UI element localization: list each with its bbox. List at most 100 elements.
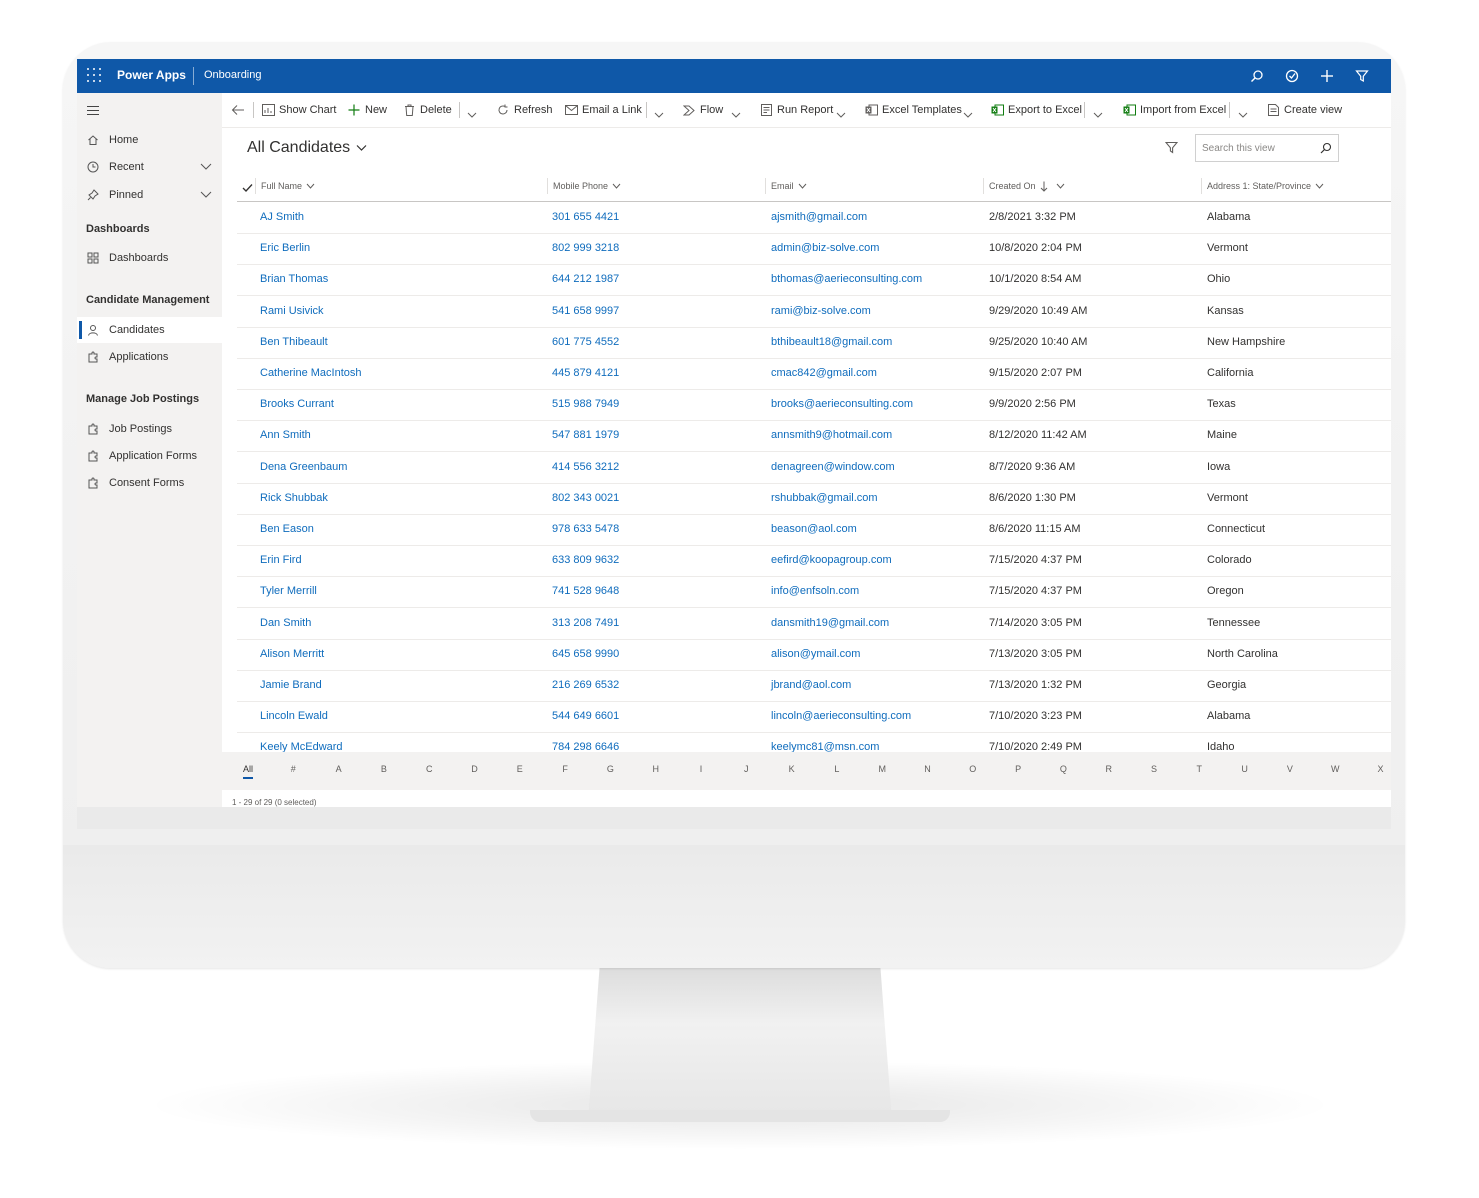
column-header-email[interactable]: Email bbox=[765, 171, 807, 201]
cell-mobile-phone[interactable]: 802 343 0021 bbox=[552, 483, 619, 514]
search-view-box[interactable] bbox=[1195, 134, 1339, 162]
cell-email[interactable]: annsmith9@hotmail.com bbox=[771, 420, 892, 451]
cell-full-name[interactable]: Lincoln Ewald bbox=[260, 701, 328, 732]
cell-email[interactable]: keelymc81@msn.com bbox=[771, 732, 879, 752]
cell-email[interactable]: bthomas@aerieconsulting.com bbox=[771, 264, 922, 295]
cell-email[interactable]: alison@ymail.com bbox=[771, 639, 860, 670]
table-row[interactable]: Ann Smith 547 881 1979 annsmith9@hotmail.c… bbox=[237, 420, 1391, 453]
cell-mobile-phone[interactable]: 978 633 5478 bbox=[552, 514, 619, 545]
sidebar-item-pinned[interactable]: Pinned bbox=[77, 182, 222, 208]
alphabet-filter-c[interactable]: C bbox=[419, 764, 439, 774]
sidebar-item-consent-forms[interactable]: Consent Forms bbox=[77, 470, 222, 496]
chevron-down-icon[interactable] bbox=[654, 106, 664, 124]
cell-full-name[interactable]: Ben Thibeault bbox=[260, 327, 328, 358]
cell-full-name[interactable]: Catherine MacIntosh bbox=[260, 358, 362, 389]
alphabet-filter-b[interactable]: B bbox=[374, 764, 394, 774]
column-header-mobile-phone[interactable]: Mobile Phone bbox=[546, 171, 621, 201]
table-row[interactable]: Dan Smith 313 208 7491 dansmith19@gmail.co… bbox=[237, 608, 1391, 640]
cell-mobile-phone[interactable]: 601 775 4552 bbox=[552, 327, 619, 358]
sidebar-item-home[interactable]: Home bbox=[77, 127, 222, 153]
alphabet-filter-e[interactable]: E bbox=[510, 764, 530, 774]
cell-full-name[interactable]: Tyler Merrill bbox=[260, 576, 317, 607]
alphabet-filter-v[interactable]: V bbox=[1280, 764, 1300, 774]
run-report-button[interactable]: Run Report bbox=[759, 93, 833, 127]
alphabet-filter-all[interactable]: All bbox=[238, 764, 258, 779]
sidebar-item-recent[interactable]: Recent bbox=[77, 154, 222, 180]
select-all-checkmark-icon[interactable] bbox=[242, 180, 253, 198]
view-selector[interactable]: All Candidates bbox=[247, 139, 367, 157]
table-row[interactable]: Lincoln Ewald 544 649 6601 lincoln@aerieco… bbox=[237, 701, 1391, 734]
chevron-down-icon[interactable] bbox=[963, 106, 973, 124]
cell-mobile-phone[interactable]: 414 556 3212 bbox=[552, 452, 619, 483]
sidebar-item-applications[interactable]: Applications bbox=[77, 344, 222, 370]
chevron-down-icon[interactable] bbox=[467, 106, 477, 124]
alphabet-filter-a[interactable]: A bbox=[329, 764, 349, 774]
cell-email[interactable]: lincoln@aerieconsulting.com bbox=[771, 701, 911, 732]
column-header-full-name[interactable]: Full Name bbox=[254, 171, 315, 201]
table-row[interactable]: Tyler Merrill 741 528 9648 info@enfsoln.co… bbox=[237, 576, 1391, 609]
chevron-down-icon[interactable] bbox=[200, 189, 212, 202]
sidebar-item-application-forms[interactable]: Application Forms bbox=[77, 443, 222, 469]
cell-email[interactable]: info@enfsoln.com bbox=[771, 576, 859, 607]
search-icon[interactable] bbox=[1320, 141, 1332, 159]
alphabet-filter-k[interactable]: K bbox=[782, 764, 802, 774]
alphabet-filter-q[interactable]: Q bbox=[1053, 764, 1073, 774]
chevron-down-icon[interactable] bbox=[836, 106, 846, 124]
chevron-down-icon[interactable] bbox=[731, 106, 741, 124]
table-row[interactable]: AJ Smith 301 655 4421 ajsmith@gmail.com 2/8… bbox=[237, 202, 1391, 234]
alphabet-filter-m[interactable]: M bbox=[872, 764, 892, 774]
cell-mobile-phone[interactable]: 784 298 6646 bbox=[552, 732, 619, 752]
cell-mobile-phone[interactable]: 515 988 7949 bbox=[552, 389, 619, 420]
cell-mobile-phone[interactable]: 644 212 1987 bbox=[552, 264, 619, 295]
app-area-name[interactable]: Onboarding bbox=[204, 69, 262, 81]
cell-mobile-phone[interactable]: 541 658 9997 bbox=[552, 296, 619, 327]
alphabet-filter-s[interactable]: S bbox=[1144, 764, 1164, 774]
table-row[interactable]: Eric Berlin 802 999 3218 admin@biz-solve.c… bbox=[237, 233, 1391, 266]
sidebar-item-job-postings[interactable]: Job Postings bbox=[77, 416, 222, 442]
cell-full-name[interactable]: Ann Smith bbox=[260, 420, 311, 451]
refresh-button[interactable]: Refresh bbox=[496, 93, 553, 127]
advanced-filter-icon[interactable] bbox=[1352, 66, 1372, 86]
cell-full-name[interactable]: Eric Berlin bbox=[260, 233, 310, 264]
cell-mobile-phone[interactable]: 741 528 9648 bbox=[552, 576, 619, 607]
new-icon[interactable] bbox=[1317, 66, 1337, 86]
sidebar-item-candidates[interactable]: Candidates bbox=[77, 317, 222, 343]
search-input[interactable] bbox=[1200, 139, 1314, 157]
alphabet-filter-i[interactable]: I bbox=[691, 764, 711, 774]
filter-icon[interactable] bbox=[1164, 141, 1179, 159]
alphabet-filter-n[interactable]: N bbox=[918, 764, 938, 774]
cell-full-name[interactable]: AJ Smith bbox=[260, 202, 304, 233]
alphabet-filter-p[interactable]: P bbox=[1008, 764, 1028, 774]
cell-email[interactable]: brooks@aerieconsulting.com bbox=[771, 389, 913, 420]
alphabet-filter-f[interactable]: F bbox=[555, 764, 575, 774]
table-row[interactable]: Brooks Currant 515 988 7949 brooks@aerieco… bbox=[237, 389, 1391, 422]
cell-full-name[interactable]: Keely McEdward bbox=[260, 732, 343, 752]
app-name[interactable]: Power Apps bbox=[117, 68, 186, 82]
alphabet-filter-d[interactable]: D bbox=[465, 764, 485, 774]
new-button[interactable]: New bbox=[347, 93, 387, 127]
app-launcher-icon[interactable] bbox=[87, 68, 101, 82]
search-icon[interactable] bbox=[1247, 66, 1267, 86]
table-row[interactable]: Jamie Brand 216 269 6532 jbrand@aol.com 7/1… bbox=[237, 670, 1391, 702]
email-link-button[interactable]: Email a Link bbox=[564, 93, 642, 127]
cell-full-name[interactable]: Ben Eason bbox=[260, 514, 314, 545]
table-row[interactable]: Ben Eason 978 633 5478 beason@aol.com 8/6/2… bbox=[237, 514, 1391, 546]
alphabet-filter-h[interactable]: H bbox=[646, 764, 666, 774]
chevron-down-icon[interactable] bbox=[200, 161, 212, 174]
cell-mobile-phone[interactable]: 633 809 9632 bbox=[552, 545, 619, 576]
cell-mobile-phone[interactable]: 802 999 3218 bbox=[552, 233, 619, 264]
alphabet-filter-x[interactable]: X bbox=[1371, 764, 1391, 774]
table-row[interactable]: Dena Greenbaum 414 556 3212 denagreen@wind… bbox=[237, 452, 1391, 484]
cell-email[interactable]: rami@biz-solve.com bbox=[771, 296, 871, 327]
table-row[interactable]: Brian Thomas 644 212 1987 bthomas@aeriecon… bbox=[237, 264, 1391, 297]
table-row[interactable]: Catherine MacIntosh 445 879 4121 cmac842@g… bbox=[237, 358, 1391, 390]
alphabet-filter-t[interactable]: T bbox=[1189, 764, 1209, 774]
alphabet-filter-g[interactable]: G bbox=[600, 764, 620, 774]
table-row[interactable]: Ben Thibeault 601 775 4552 bthibeault18@gm… bbox=[237, 327, 1391, 359]
cell-mobile-phone[interactable]: 445 879 4121 bbox=[552, 358, 619, 389]
sidebar-item-dashboards[interactable]: Dashboards bbox=[77, 245, 222, 271]
cell-mobile-phone[interactable]: 313 208 7491 bbox=[552, 608, 619, 639]
cell-email[interactable]: dansmith19@gmail.com bbox=[771, 608, 889, 639]
table-row[interactable]: Alison Merritt 645 658 9990 alison@ymail.c… bbox=[237, 639, 1391, 671]
chevron-down-icon[interactable] bbox=[1238, 106, 1248, 124]
